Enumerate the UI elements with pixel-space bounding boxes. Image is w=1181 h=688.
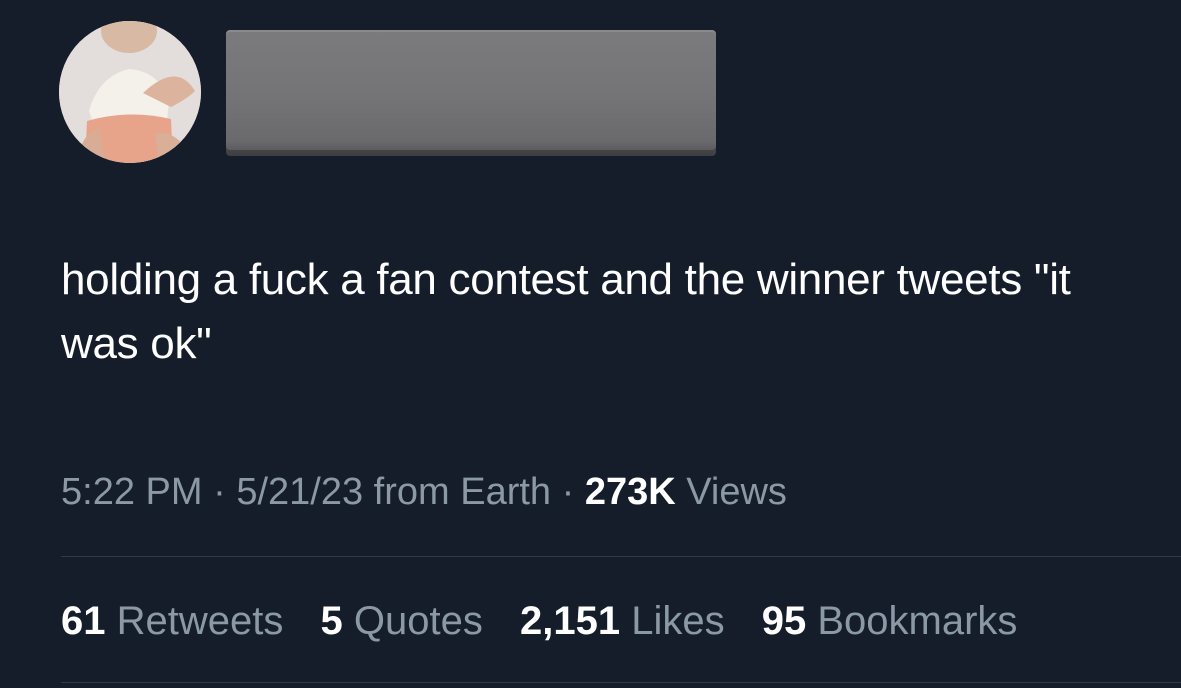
quotes-count: 5 (320, 599, 343, 643)
tweet-time[interactable]: 5:22 PM (61, 471, 203, 513)
tweet-text: holding a fuck a fan contest and the win… (61, 255, 1071, 368)
divider (61, 682, 1181, 683)
quotes-link[interactable]: 5 Quotes (321, 599, 483, 643)
quotes-label: Quotes (353, 599, 483, 643)
tweet-date[interactable]: 5/21/23 (236, 471, 363, 513)
likes-link[interactable]: 2,151 Likes (520, 599, 725, 643)
redacted-username (226, 30, 716, 156)
bookmarks-link[interactable]: 95 Bookmarks (762, 599, 1018, 643)
bookmarks-label: Bookmarks (817, 599, 1018, 643)
retweets-count: 61 (61, 599, 106, 643)
retweets-label: Retweets (116, 599, 284, 643)
views-label: Views (686, 471, 787, 513)
likes-count: 2,151 (519, 599, 621, 643)
meta-separator: · (561, 471, 575, 513)
tweet-source: from Earth (373, 471, 552, 513)
avatar-photo (59, 21, 201, 163)
views-count: 273K (584, 471, 676, 513)
engagement-stats: 61 Retweets 5 Quotes 2,151 Likes 95 Book… (61, 598, 1017, 644)
retweets-link[interactable]: 61 Retweets (61, 599, 283, 643)
bookmarks-count: 95 (761, 599, 807, 643)
avatar[interactable] (59, 21, 201, 163)
likes-label: Likes (631, 599, 725, 643)
meta-separator: · (213, 471, 226, 513)
tweet-meta: 5:22 PM · 5/21/23 from Earth · 273K View… (61, 470, 787, 514)
divider (61, 556, 1181, 557)
